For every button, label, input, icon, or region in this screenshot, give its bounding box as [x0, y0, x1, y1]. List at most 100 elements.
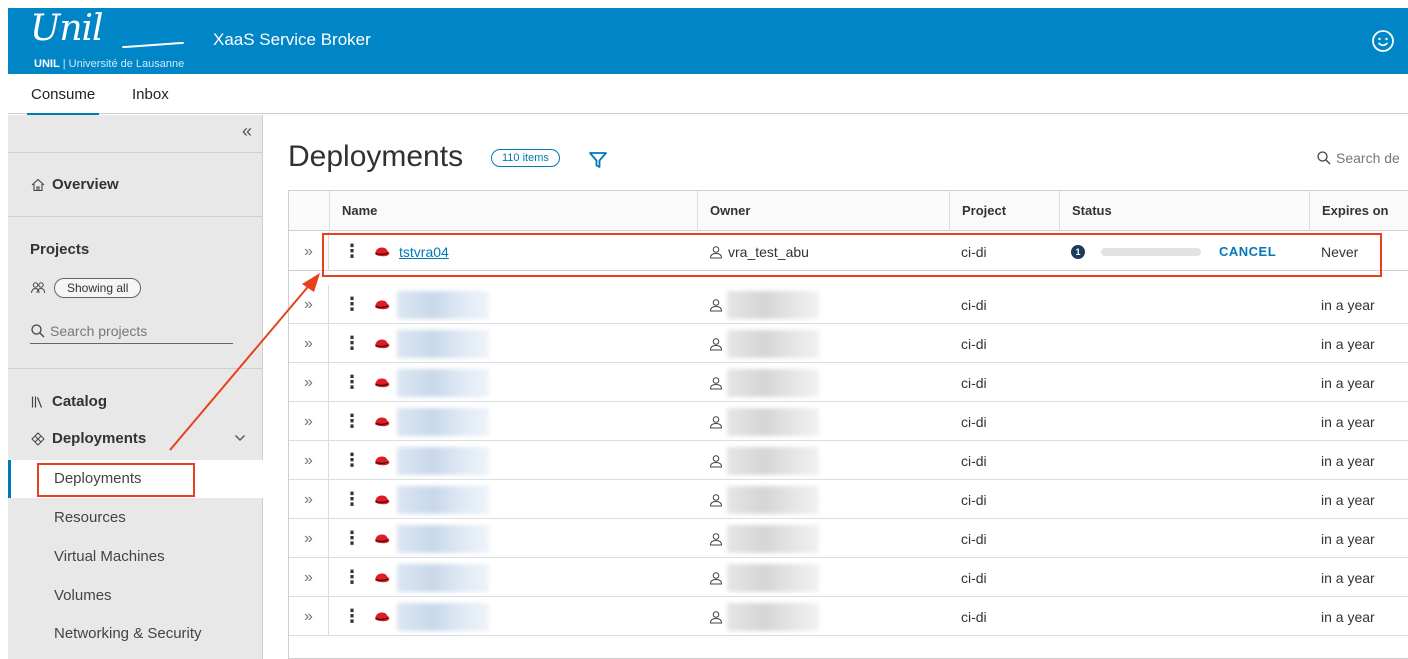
- user-icon: [709, 610, 723, 623]
- redacted-owner: [727, 291, 819, 319]
- tab-consume[interactable]: Consume: [26, 86, 100, 116]
- expand-row-button[interactable]: »: [289, 324, 329, 363]
- sidebar-item-volumes[interactable]: Volumes: [54, 587, 112, 604]
- column-header-project[interactable]: Project: [949, 191, 1059, 231]
- project-cell: ci-di: [961, 569, 987, 586]
- sidebar-item-catalog[interactable]: Catalog: [30, 393, 107, 410]
- table-row[interactable]: » ⋮ ci-di in a year: [289, 402, 1408, 441]
- row-actions-button[interactable]: ⋮: [343, 324, 361, 363]
- expand-row-button[interactable]: »: [289, 363, 329, 402]
- user-icon: [709, 493, 723, 506]
- redacted-owner: [727, 369, 819, 397]
- redacted-name: [397, 408, 489, 436]
- redhat-icon: [373, 402, 393, 441]
- user-icon: [709, 337, 723, 350]
- redacted-owner: [727, 525, 819, 553]
- expand-row-button[interactable]: »: [289, 558, 329, 597]
- project-cell: ci-di: [961, 335, 987, 352]
- showing-all-button[interactable]: Showing all: [54, 278, 142, 298]
- project-cell: ci-di: [961, 413, 987, 430]
- sidebar-item-label: Catalog: [52, 393, 108, 410]
- table-row[interactable]: » ⋮ ci-di in a year: [289, 597, 1408, 636]
- row-actions-button[interactable]: ⋮: [343, 480, 361, 519]
- search-icon: [1317, 151, 1331, 165]
- column-header-owner[interactable]: Owner: [697, 191, 949, 231]
- column-header-expires-on[interactable]: Expires on: [1309, 191, 1408, 231]
- expires-cell: in a year: [1321, 413, 1375, 430]
- owner-cell: [709, 519, 728, 558]
- user-icon: [709, 376, 723, 389]
- table-row[interactable]: » ⋮ ci-di in a year: [289, 441, 1408, 480]
- sidebar-item-overview[interactable]: Overview: [30, 176, 119, 193]
- redacted-owner: [727, 408, 819, 436]
- redacted-name: [397, 291, 489, 319]
- table-row[interactable]: » ⋮ ci-di in a year: [289, 519, 1408, 558]
- table-row[interactable]: » ⋮ ci-di in a year: [289, 285, 1408, 324]
- redacted-owner: [727, 486, 819, 514]
- project-cell: ci-di: [961, 374, 987, 391]
- nav-tabs: Consume Inbox: [8, 74, 1408, 116]
- expand-row-button[interactable]: »: [289, 480, 329, 519]
- redhat-icon: [373, 558, 393, 597]
- redhat-icon: [373, 324, 393, 363]
- expand-row-button[interactable]: »: [289, 597, 329, 636]
- redhat-icon: [373, 441, 393, 480]
- redacted-name: [397, 603, 489, 631]
- redhat-icon: [373, 519, 393, 558]
- expand-row-button[interactable]: »: [289, 285, 329, 324]
- column-header-name[interactable]: Name: [329, 191, 697, 231]
- user-icon: [709, 298, 723, 311]
- grid-header: Name Owner Project Status Expires on: [289, 191, 1408, 231]
- logo-script: Unil: [30, 8, 104, 49]
- row-actions-button[interactable]: ⋮: [343, 597, 361, 636]
- sidebar-item-label: Overview: [52, 176, 119, 193]
- expand-row-button[interactable]: »: [289, 519, 329, 558]
- redacted-name: [397, 330, 489, 358]
- sidebar-collapse-button[interactable]: «: [242, 121, 252, 142]
- project-search-input[interactable]: Search projects: [30, 318, 233, 344]
- users-icon: [31, 282, 45, 294]
- smiley-user-icon[interactable]: [1370, 28, 1396, 54]
- divider: [8, 152, 262, 153]
- sidebar-item-resources[interactable]: Resources: [54, 509, 126, 526]
- row-actions-button[interactable]: ⋮: [343, 441, 361, 480]
- deployment-search-input[interactable]: Search de: [1316, 150, 1400, 166]
- sidebar-item-virtual-machines[interactable]: Virtual Machines: [54, 548, 165, 565]
- project-search-placeholder: Search projects: [50, 322, 148, 339]
- column-header-status[interactable]: Status: [1059, 191, 1309, 231]
- project-cell: ci-di: [961, 530, 987, 547]
- table-row[interactable]: » ⋮ ci-di in a year: [289, 480, 1408, 519]
- redacted-owner: [727, 564, 819, 592]
- row-actions-button[interactable]: ⋮: [343, 558, 361, 597]
- active-item-indicator: [8, 460, 11, 498]
- search-placeholder: Search de: [1336, 150, 1400, 166]
- project-cell: ci-di: [961, 491, 987, 508]
- expires-cell: in a year: [1321, 296, 1375, 313]
- table-row[interactable]: » ⋮ ci-di in a year: [289, 324, 1408, 363]
- row-actions-button[interactable]: ⋮: [343, 402, 361, 441]
- expand-row-button[interactable]: »: [289, 402, 329, 441]
- tab-inbox[interactable]: Inbox: [132, 86, 169, 103]
- projects-filter: Showing all: [30, 278, 142, 298]
- row-actions-button[interactable]: ⋮: [343, 363, 361, 402]
- redhat-icon: [373, 363, 393, 402]
- table-row[interactable]: » ⋮ ci-di in a year: [289, 363, 1408, 402]
- item-count-badge: 110 items: [491, 149, 560, 167]
- unil-logo[interactable]: Unil UNIL | Université de Lausanne: [30, 8, 220, 72]
- redacted-name: [397, 525, 489, 553]
- row-actions-button[interactable]: ⋮: [343, 519, 361, 558]
- owner-cell: [709, 597, 728, 636]
- owner-cell: [709, 441, 728, 480]
- user-icon: [709, 415, 723, 428]
- project-cell: ci-di: [961, 452, 987, 469]
- row-actions-button[interactable]: ⋮: [343, 285, 361, 324]
- sidebar-group-deployments[interactable]: Deployments: [30, 430, 245, 447]
- chevron-down-icon[interactable]: [234, 433, 246, 443]
- filter-icon[interactable]: [588, 151, 608, 169]
- projects-title: Projects: [30, 241, 90, 258]
- sidebar-item-networking-security[interactable]: Networking & Security: [54, 625, 202, 642]
- table-row[interactable]: » ⋮ ci-di in a year: [289, 558, 1408, 597]
- redacted-owner: [727, 603, 819, 631]
- expand-row-button[interactable]: »: [289, 441, 329, 480]
- user-icon: [709, 532, 723, 545]
